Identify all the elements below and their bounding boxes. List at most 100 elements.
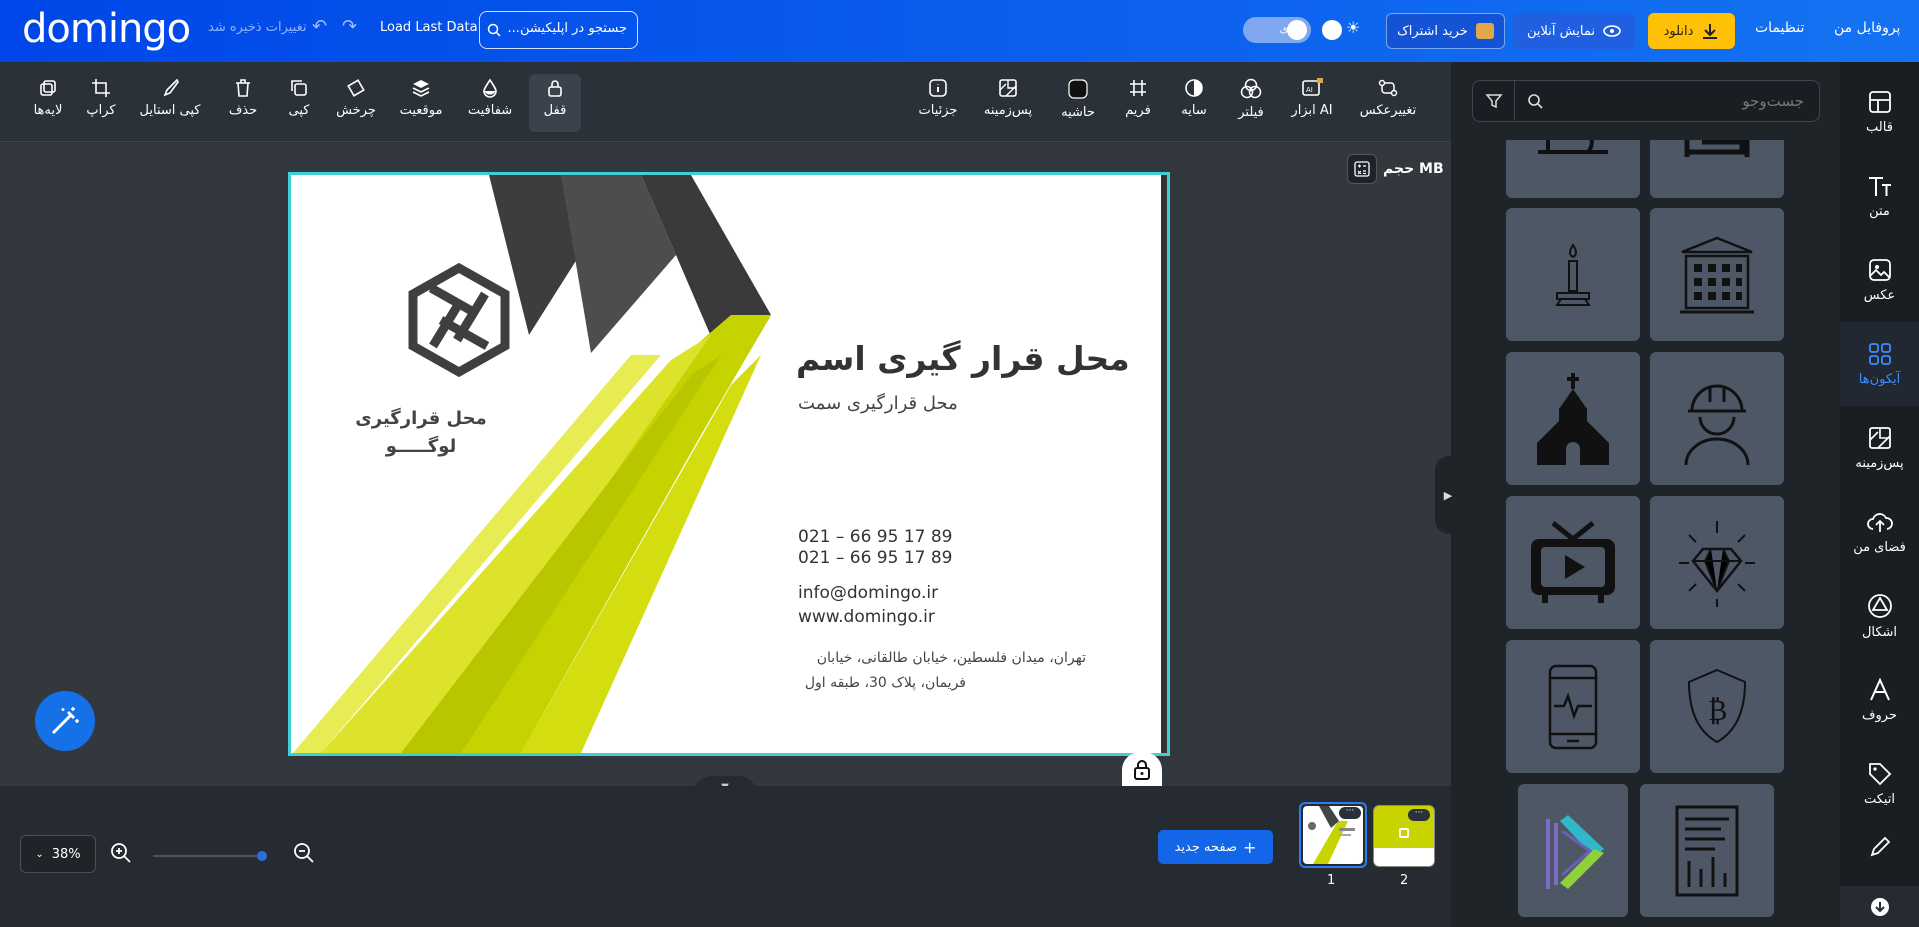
candle-icon[interactable] — [1506, 208, 1640, 341]
chevron-logo-icon[interactable] — [1518, 784, 1628, 917]
tool-filter[interactable]: فیلتر — [1235, 74, 1267, 132]
sun-icon[interactable]: ☀ — [1346, 18, 1360, 37]
sewing-machine-icon[interactable] — [1506, 140, 1640, 198]
toggle-knob — [1287, 20, 1307, 40]
rail-item-shapes[interactable]: اشکال — [1840, 574, 1919, 658]
business-card-canvas[interactable]: محل قرارگیری لوگـــــو محل قرار گیری اسم… — [288, 172, 1170, 756]
undo-icon[interactable]: ↶ — [312, 16, 327, 37]
card-role: محل قرارگیری سمت — [798, 393, 958, 414]
card-phone-2: 021 – 66 95 17 89 — [798, 548, 953, 568]
new-page-button[interactable]: صفحه جدید + — [1158, 830, 1273, 864]
eye-icon — [1603, 25, 1621, 37]
tool-label: کپی استایل — [139, 103, 201, 118]
rail-item-background[interactable]: پس‌زمینه — [1840, 406, 1919, 490]
tv-play-icon[interactable] — [1506, 496, 1640, 629]
tag-icon — [1868, 762, 1891, 785]
theme-toggle-knob[interactable] — [1322, 20, 1342, 40]
tool-shadow[interactable]: سایه — [1178, 74, 1210, 132]
rail-item-text[interactable]: متن — [1840, 154, 1919, 238]
worker-icon[interactable] — [1650, 352, 1784, 485]
page-thumbnail-2[interactable]: ··· — [1373, 805, 1435, 867]
lock-icon — [548, 80, 562, 97]
rail-label: حروف — [1862, 707, 1897, 723]
rail-scroll-down[interactable] — [1840, 886, 1919, 927]
tool-copy-style[interactable]: کپی استایل — [137, 74, 203, 132]
tool-frame[interactable]: فریم — [1124, 74, 1152, 132]
rail-item-fonts[interactable]: حروف — [1840, 658, 1919, 742]
profile-link[interactable]: پروفایل من — [1834, 20, 1900, 36]
filter-icon[interactable] — [1473, 81, 1515, 121]
mode-toggle[interactable]: عادی — [1243, 17, 1311, 43]
tool-copy[interactable]: کپی — [284, 74, 314, 132]
rail-item-my-space[interactable]: فضای من — [1840, 490, 1919, 574]
magic-wand-button[interactable] — [35, 691, 95, 751]
download-button[interactable]: دانلود — [1648, 13, 1735, 49]
download-icon — [1703, 24, 1718, 39]
rail-item-template[interactable]: قالب — [1840, 70, 1919, 154]
chevron-down-icon: ⌄ — [35, 848, 44, 860]
zoom-out-icon[interactable] — [293, 842, 315, 864]
redo-icon[interactable]: ↷ — [342, 16, 357, 37]
tool-opacity[interactable]: شفافیت — [465, 74, 515, 132]
rail-label: اتیکت — [1863, 791, 1896, 807]
zoom-slider[interactable] — [153, 851, 267, 861]
subscribe-label: خرید اشتراک — [1397, 23, 1468, 39]
tool-swap-image[interactable]: تغییرعکس — [1354, 74, 1422, 132]
building-icon[interactable] — [1650, 208, 1784, 341]
more-dots-icon[interactable]: ··· — [1339, 807, 1361, 819]
tool-label: حاشیه — [1061, 105, 1095, 120]
rotate-icon — [347, 79, 365, 97]
bed-icon[interactable] — [1650, 140, 1784, 198]
settings-link[interactable]: تنظیمات — [1755, 20, 1804, 36]
app-logo[interactable]: domingo — [22, 6, 191, 52]
card-name: محل قرار گیری اسم — [796, 339, 1130, 378]
card-address-1: تهران، میدان فلسطین، خیابان طالقانی، خیا… — [816, 650, 1086, 666]
rail-label: آیکون‌ها — [1858, 371, 1901, 387]
calculator-icon[interactable] — [1347, 154, 1377, 184]
arrow-down-circle-icon — [1870, 897, 1889, 916]
tool-rotate[interactable]: چرخش — [334, 74, 378, 132]
phone-heartbeat-icon[interactable] — [1506, 640, 1640, 773]
bitcoin-shield-icon[interactable]: ₿ — [1650, 640, 1784, 773]
tool-details[interactable]: جزئیات — [918, 74, 958, 132]
tool-border[interactable]: حاشیه — [1058, 74, 1098, 132]
tool-lock[interactable]: قفل — [529, 74, 581, 132]
load-last-data-button[interactable]: Load Last Data — [380, 20, 478, 35]
logo-line-2: لوگـــــو — [385, 436, 457, 457]
tool-label: لایه‌ها — [33, 103, 63, 118]
tool-label: قفل — [543, 103, 567, 118]
zoom-in-icon[interactable] — [110, 842, 132, 864]
tool-ai[interactable]: AI ابزار AI — [1290, 74, 1334, 132]
church-icon[interactable] — [1506, 352, 1640, 485]
more-dots-icon[interactable]: ··· — [1408, 809, 1430, 821]
file-size-info: حجم MB — [1347, 154, 1444, 184]
rail-item-icons[interactable]: آیکون‌ها — [1840, 322, 1919, 406]
zoom-slider-handle[interactable] — [257, 851, 267, 861]
download-label: دانلود — [1663, 23, 1694, 39]
tool-label: ابزار AI — [1291, 103, 1333, 118]
panel-search-input[interactable]: جست‌وجو — [1472, 80, 1820, 122]
diamond-icon[interactable] — [1650, 496, 1784, 629]
rail-item-tag[interactable]: اتیکت — [1840, 742, 1919, 826]
app-search-input[interactable]: جستجو در اپلیکیشن... — [479, 11, 638, 49]
collapse-panel-icon[interactable]: ▶ — [1435, 456, 1461, 534]
zoom-select[interactable]: ⌄ 38% — [20, 835, 96, 873]
element-lock-badge[interactable] — [1122, 752, 1162, 786]
tool-crop[interactable]: کراپ — [85, 74, 117, 132]
shapes-icon — [1867, 593, 1892, 618]
tool-label: چرخش — [336, 103, 376, 118]
ai-image-icon: AI — [1302, 78, 1323, 96]
rail-label: متن — [1869, 203, 1890, 219]
preview-online-button[interactable]: نمایش آنلاین — [1513, 13, 1635, 49]
crop-icon — [92, 79, 110, 97]
page-thumbnail-1[interactable]: ··· — [1299, 802, 1367, 868]
tool-position[interactable]: موقعیت — [395, 74, 447, 132]
tool-background[interactable]: پس‌زمینه — [982, 74, 1034, 132]
document-chart-icon[interactable] — [1640, 784, 1774, 917]
rail-item-edit[interactable] — [1840, 826, 1919, 886]
rail-item-image[interactable]: عکس — [1840, 238, 1919, 322]
subscribe-button[interactable]: خرید اشتراک — [1386, 13, 1505, 49]
tool-delete[interactable]: حذف — [226, 74, 260, 132]
tool-layers[interactable]: لایه‌ها — [28, 74, 68, 132]
copy-icon — [291, 80, 307, 96]
